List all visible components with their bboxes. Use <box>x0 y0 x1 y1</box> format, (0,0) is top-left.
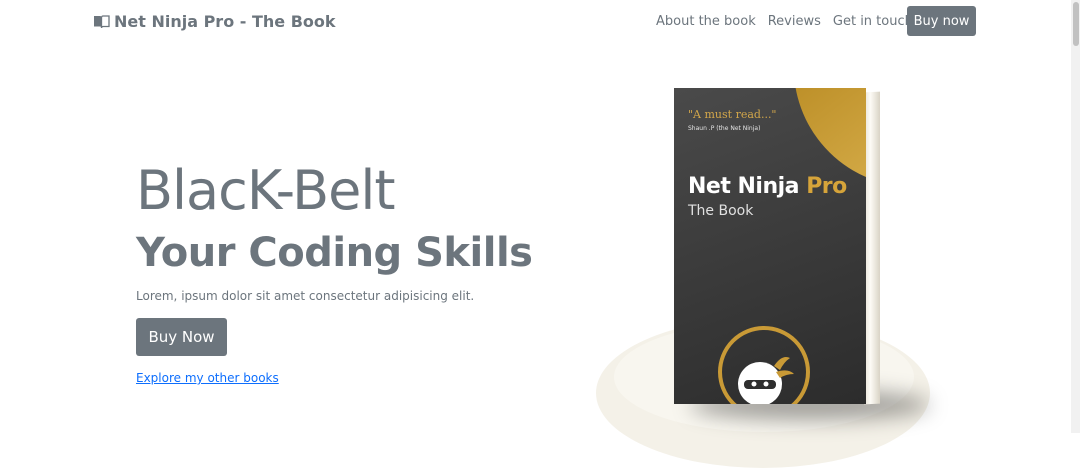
explore-books-link[interactable]: Explore my other books <box>136 371 279 385</box>
navbar: Net Ninja Pro - The Book About the book … <box>0 0 1080 44</box>
book-icon <box>94 14 110 28</box>
book-subtitle: The Book <box>688 203 754 219</box>
book-title: Net Ninja Pro <box>688 174 847 199</box>
gold-corner-decoration <box>778 88 866 186</box>
hero-title: BlacK-Belt <box>136 159 396 222</box>
book-quote-author: Shaun .P (the Net Ninja) <box>688 125 761 132</box>
brand-link[interactable]: Net Ninja Pro - The Book <box>93 12 336 31</box>
book-pages <box>864 91 880 405</box>
book-cover-image: "A must read..." Shaun .P (the Net Ninja… <box>674 88 866 404</box>
buy-now-nav-button[interactable]: Buy now <box>907 6 976 36</box>
book-quote: "A must read..." <box>688 108 777 121</box>
book-title-main: Net Ninja <box>688 174 800 199</box>
scrollbar-thumb[interactable] <box>1073 2 1079 46</box>
hero-lead: Lorem, ipsum dolor sit amet consectetur … <box>136 289 475 303</box>
ninja-emblem-icon <box>718 326 810 404</box>
nav-links: About the book Reviews Get in touch <box>656 14 913 29</box>
scrollbar[interactable] <box>1071 0 1080 433</box>
buy-now-button[interactable]: Buy Now <box>136 318 227 356</box>
nav-link-about[interactable]: About the book <box>656 14 756 29</box>
book-title-accent: Pro <box>806 174 847 199</box>
nav-link-contact[interactable]: Get in touch <box>833 14 913 29</box>
hero-subtitle: Your Coding Skills <box>136 230 533 276</box>
brand-label: Net Ninja Pro - The Book <box>114 12 336 31</box>
nav-link-reviews[interactable]: Reviews <box>768 14 821 29</box>
